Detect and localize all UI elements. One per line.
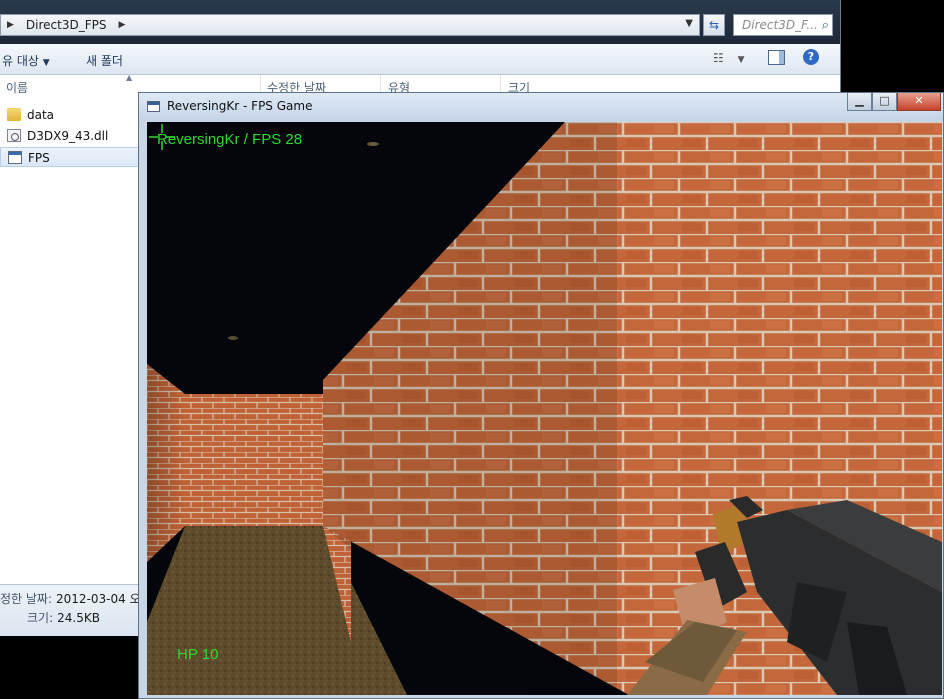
- game-viewport[interactable]: ReversingKr / FPS 28 HP 10: [147, 122, 942, 695]
- maximize-button[interactable]: □: [872, 93, 897, 111]
- sort-ascending-icon: ▲: [126, 73, 133, 82]
- breadcrumb-arrow-icon[interactable]: ▶: [118, 20, 125, 30]
- search-placeholder: Direct3D_F...: [742, 18, 818, 32]
- list-item[interactable]: data: [0, 105, 140, 125]
- search-icon[interactable]: ⌕: [822, 16, 829, 36]
- search-input[interactable]: Direct3D_F... ⌕: [733, 14, 833, 36]
- dll-file-icon: [7, 129, 21, 142]
- file-name: D3DX9_43.dll: [27, 129, 109, 143]
- help-icon[interactable]: ?: [803, 49, 819, 65]
- address-bar[interactable]: ▶ Direct3D_FPS ▶ ▼: [0, 14, 700, 36]
- list-item[interactable]: D3DX9_43.dll: [0, 126, 140, 146]
- exe-file-icon: [8, 151, 22, 164]
- chevron-down-icon: ▼: [42, 58, 50, 68]
- detail-size-row: 크기: 24.5KB: [27, 609, 100, 626]
- view-list-icon: ☷: [713, 51, 724, 65]
- column-name[interactable]: 이름: [6, 79, 28, 96]
- breadcrumb-arrow-icon[interactable]: ▶: [7, 20, 14, 30]
- detail-date-row: 정한 날짜: 2012-03-04 오: [0, 590, 141, 607]
- detail-date-value: 2012-03-04 오: [56, 592, 141, 606]
- explorer-toolbar: 유 대상 ▼ 새 폴더 ☷ ▼ ?: [0, 44, 840, 75]
- list-item[interactable]: FPS: [0, 147, 140, 167]
- game-title-bar[interactable]: ReversingKr - FPS Game ▁ □ ✕: [139, 93, 943, 121]
- close-button[interactable]: ✕: [897, 93, 941, 111]
- organize-button[interactable]: 유 대상 ▼: [2, 52, 50, 69]
- app-window-icon[interactable]: [147, 101, 160, 112]
- breadcrumb-item[interactable]: Direct3D_FPS: [26, 18, 107, 32]
- file-name: FPS: [28, 151, 50, 165]
- hud-fps-counter: ReversingKr / FPS 28: [157, 131, 303, 148]
- folder-icon: [7, 108, 21, 121]
- game-window[interactable]: ReversingKr - FPS Game ▁ □ ✕ ReversingKr…: [138, 92, 944, 699]
- preview-pane-icon[interactable]: [768, 50, 785, 65]
- detail-size-value: 24.5KB: [57, 611, 100, 625]
- window-title: ReversingKr - FPS Game: [167, 99, 313, 113]
- refresh-button[interactable]: ⇆: [703, 14, 725, 36]
- detail-size-label: 크기:: [27, 611, 54, 625]
- organize-label: 유 대상: [2, 54, 39, 68]
- detail-date-label: 정한 날짜:: [0, 592, 53, 606]
- chevron-down-icon: ▼: [737, 55, 745, 65]
- hud-health: HP 10: [177, 646, 219, 663]
- address-dropdown-icon[interactable]: ▼: [685, 18, 693, 29]
- new-folder-button[interactable]: 새 폴더: [86, 52, 123, 69]
- file-name: data: [27, 108, 55, 122]
- change-view-button[interactable]: ☷ ▼: [713, 51, 745, 65]
- game-scene: [147, 122, 942, 695]
- window-controls: ▁ □ ✕: [847, 93, 941, 113]
- minimize-button[interactable]: ▁: [847, 93, 872, 111]
- crosshair-icon: [149, 124, 175, 150]
